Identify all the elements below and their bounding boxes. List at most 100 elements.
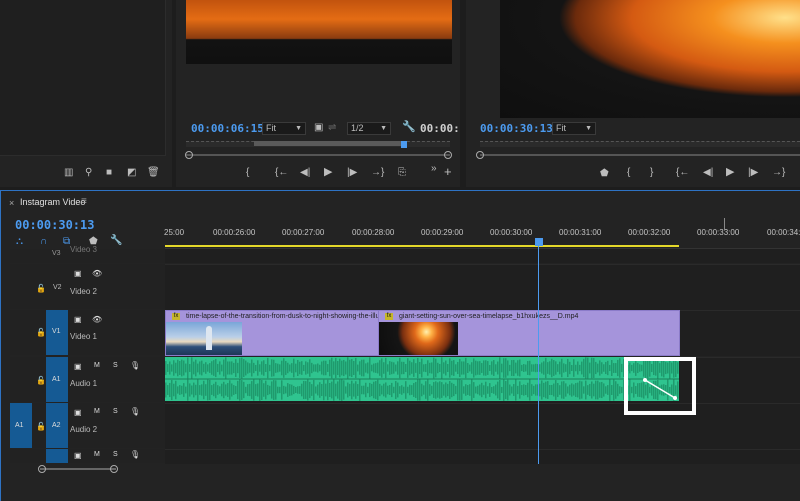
microphone-icon[interactable]: 🎙 (130, 407, 140, 416)
source-zoom-scroll[interactable] (186, 154, 450, 156)
timeline-zoom-scroll[interactable] (40, 468, 116, 470)
source-resolution-value: 1/2 (351, 123, 364, 133)
step-back-icon[interactable]: ◀| (703, 168, 713, 178)
highlight-box (624, 357, 696, 415)
track-lane-v2[interactable] (165, 264, 800, 310)
settings-toggle-icon[interactable]: ▣ (314, 123, 323, 133)
program-timecode[interactable]: 00:00:30:13 (480, 122, 553, 135)
marker-icon[interactable]: ⬟ (600, 168, 609, 179)
more-controls-icon[interactable]: » (431, 164, 437, 174)
trash-icon[interactable]: 🗑 (147, 168, 160, 178)
source-patch-a1[interactable]: A1 (10, 403, 32, 448)
go-to-out-icon[interactable]: →} (371, 168, 384, 178)
clip-label: giant-setting-sun-over-sea-timelapse_b1h… (399, 313, 579, 320)
track-lane-a2[interactable] (165, 403, 800, 449)
track-id-a1: A1 (52, 376, 61, 383)
track-lane-v3[interactable] (165, 249, 800, 263)
insert-overwrite-icon[interactable]: ⛬ (16, 236, 23, 247)
eye-icon[interactable]: 👁 (92, 315, 102, 324)
add-button-icon[interactable]: + (444, 165, 452, 178)
mark-in-icon[interactable]: { (246, 168, 249, 178)
mute-button[interactable]: M (94, 451, 100, 458)
wrench-icon[interactable]: 🔧 (402, 122, 416, 133)
mute-button[interactable]: M (94, 362, 100, 369)
new-bin-icon[interactable]: ■ (106, 168, 112, 178)
source-fit-select[interactable]: Fit ▼ (262, 122, 306, 135)
zoom-handle-right[interactable] (444, 151, 452, 159)
source-playhead[interactable] (401, 141, 407, 148)
chevron-down-icon: ▼ (295, 125, 302, 132)
timeline-playhead-handle[interactable] (535, 238, 543, 246)
timeline-playhead-line (538, 246, 539, 464)
program-fit-select[interactable]: Fit ▼ (552, 122, 596, 135)
go-to-in-icon[interactable]: {← (676, 168, 689, 178)
program-zoom-scroll[interactable] (480, 154, 800, 156)
list-view-icon[interactable]: ▥ (64, 168, 73, 178)
play-icon[interactable]: ▶ (324, 167, 332, 178)
timeline-settings-wrench-icon[interactable]: 🔧 (110, 235, 122, 246)
solo-button[interactable]: S (113, 362, 118, 369)
close-tab-icon[interactable]: × (9, 198, 14, 208)
source-resolution-select[interactable]: 1/2 ▼ (347, 122, 391, 135)
track-target-v1[interactable]: V1 (46, 310, 68, 355)
toggle-sync-lock-icon[interactable]: ▣ (74, 269, 82, 278)
snap-magnet-icon[interactable]: ∩ (40, 236, 47, 247)
mark-out-icon[interactable]: } (650, 168, 653, 178)
microphone-icon[interactable]: 🎙 (130, 361, 140, 370)
sequence-tab-label[interactable]: Instagram Video (20, 197, 85, 207)
video-clip[interactable]: fx time-lapse-of-the-transition-from-dus… (165, 310, 379, 356)
play-icon[interactable]: ▶ (726, 167, 734, 178)
lock-icon[interactable]: 🔓 (36, 422, 46, 431)
fx-badge-icon: fx (385, 313, 393, 320)
zoom-handle-left[interactable] (476, 151, 484, 159)
track-header-v1: 🔓 V1 ▣ 👁 Video 1 (10, 310, 165, 355)
track-target-a3[interactable] (46, 449, 68, 463)
ruler-label: 00:00:32:00 (628, 228, 671, 237)
ruler-label: 00:00:29:00 (421, 228, 464, 237)
toggle-sync-lock-icon[interactable]: ▣ (74, 362, 82, 371)
step-forward-icon[interactable]: |▶ (347, 168, 357, 178)
microphone-icon[interactable]: 🎙 (130, 450, 140, 459)
mark-in-icon[interactable]: { (627, 168, 630, 178)
program-fit-value: Fit (556, 123, 566, 133)
panel-menu-icon[interactable]: ≡ (81, 196, 87, 207)
search-icon[interactable]: ⚲ (85, 168, 92, 178)
zoom-handle-left[interactable] (38, 465, 46, 473)
ruler-end-tick (724, 218, 725, 230)
program-inout-bar[interactable] (480, 141, 800, 147)
eye-icon[interactable]: 👁 (92, 269, 102, 278)
mute-button[interactable]: M (94, 408, 100, 415)
track-target-a1[interactable]: A1 (46, 357, 68, 402)
solo-button[interactable]: S (113, 451, 118, 458)
ruler-label: 00:00:33:00 (697, 228, 740, 237)
work-area-bar[interactable] (165, 245, 679, 247)
toggle-sync-lock-icon[interactable]: ▣ (74, 315, 82, 324)
lock-icon[interactable]: 🔓 (36, 376, 46, 385)
source-timecode[interactable]: 00:00:06:15 (191, 122, 264, 135)
solo-button[interactable]: S (113, 408, 118, 415)
lock-icon[interactable]: 🔓 (36, 284, 46, 293)
video-clip[interactable]: fx giant-setting-sun-over-sea-timelapse_… (378, 310, 680, 356)
audio-clip[interactable] (165, 357, 679, 401)
ruler-label: 00:00:31:00 (559, 228, 602, 237)
source-monitor: 00:00:06:15 Fit ▼ ▣ ⇌ 1/2 ▼ 🔧 00:00:( { … (176, 0, 460, 187)
track-id-a2: A2 (52, 422, 61, 429)
timeline-playhead-timecode[interactable]: 00:00:30:13 (15, 218, 94, 232)
track-lane-a3[interactable] (165, 449, 800, 464)
track-target-a2[interactable]: A2 (46, 403, 68, 448)
go-to-out-icon[interactable]: →} (772, 168, 785, 178)
audio-waveform (165, 357, 679, 401)
step-back-icon[interactable]: ◀| (300, 168, 310, 178)
toggle-sync-lock-icon[interactable]: ▣ (74, 408, 82, 417)
new-item-icon[interactable]: ◩ (127, 168, 136, 178)
clip-title-bar: fx time-lapse-of-the-transition-from-dus… (166, 311, 378, 322)
clip-thumbnail (166, 322, 242, 355)
lock-icon[interactable]: 🔓 (36, 328, 46, 337)
zoom-handle-left[interactable] (185, 151, 193, 159)
export-frame-icon[interactable]: ⎘ (398, 168, 406, 178)
zoom-handle-right[interactable] (110, 465, 118, 473)
go-to-in-icon[interactable]: {← (275, 168, 288, 178)
toggle-sync-lock-icon[interactable]: ▣ (74, 451, 82, 460)
track-header-v3: V3 Video 3 (10, 245, 165, 263)
step-forward-icon[interactable]: |▶ (748, 168, 758, 178)
